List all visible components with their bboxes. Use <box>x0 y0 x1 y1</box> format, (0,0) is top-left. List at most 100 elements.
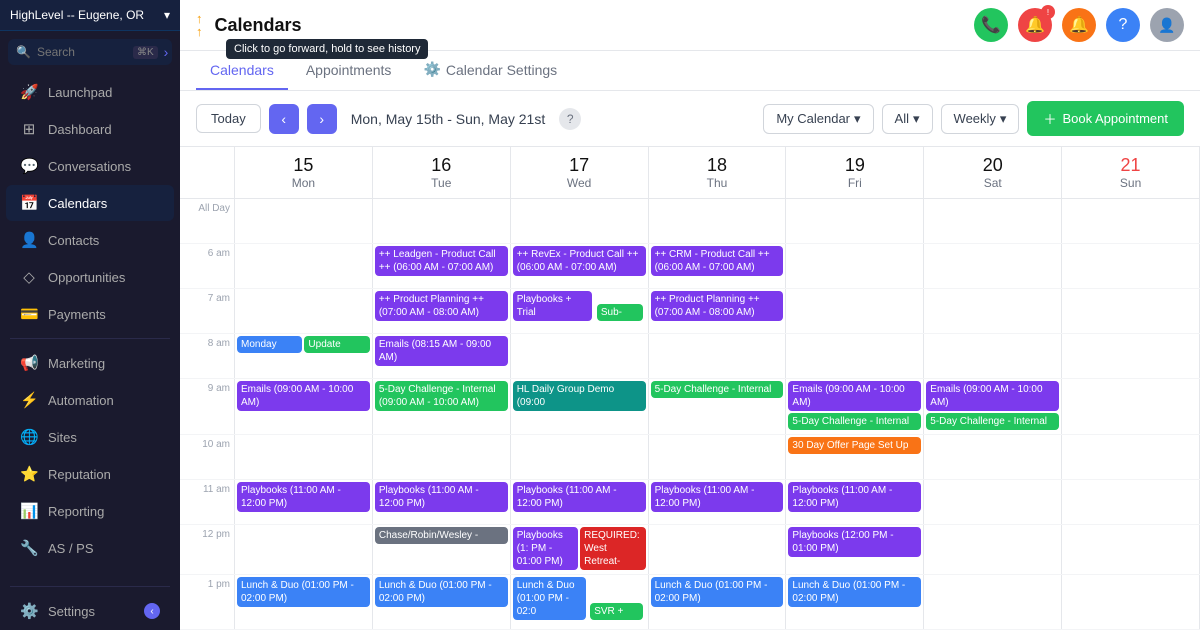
sidebar-item-settings[interactable]: ⚙️ Settings ‹ <box>6 593 174 629</box>
event-product-planning-thu[interactable]: ++ Product Planning ++ (07:00 AM - 08:00… <box>651 291 784 321</box>
event-chase-robin[interactable]: Chase/Robin/Wesley - <box>375 527 508 544</box>
sidebar-item-sites[interactable]: 🌐 Sites <box>6 419 174 455</box>
event-playbooks-wed[interactable]: Playbooks (11:00 AM - 12:00 PM) <box>513 482 646 512</box>
cell-mon-6am[interactable] <box>235 244 373 288</box>
cell-sun-12pm[interactable] <box>1062 525 1200 574</box>
cell-thu-8am[interactable] <box>649 334 787 378</box>
cell-wed-6am[interactable]: ++ RevEx - Product Call ++ (06:00 AM - 0… <box>511 244 649 288</box>
cell-mon-1pm[interactable]: Lunch & Duo (01:00 PM - 02:00 PM) <box>235 575 373 629</box>
event-lunch-tue[interactable]: Lunch & Duo (01:00 PM - 02:00 PM) <box>375 577 508 607</box>
event-lunch-wed[interactable]: Lunch & Duo (01:00 PM - 02:0 <box>513 577 586 620</box>
phone-icon-btn[interactable]: 📞 <box>974 8 1008 42</box>
event-product-planning-tue[interactable]: ++ Product Planning ++ (07:00 AM - 08:00… <box>375 291 508 321</box>
event-revex[interactable]: ++ RevEx - Product Call ++ (06:00 AM - 0… <box>513 246 646 276</box>
event-lunch-mon[interactable]: Lunch & Duo (01:00 PM - 02:00 PM) <box>237 577 370 607</box>
alert-icon-btn[interactable]: 🔔 <box>1062 8 1096 42</box>
cell-fri-10am[interactable]: 30 Day Offer Page Set Up <box>786 435 924 479</box>
cell-sat-10am[interactable] <box>924 435 1062 479</box>
cell-tue-11am[interactable]: Playbooks (11:00 AM - 12:00 PM) <box>373 480 511 524</box>
all-dropdown[interactable]: All ▾ <box>882 104 933 134</box>
cell-thu-9am[interactable]: 5-Day Challenge - Internal <box>649 379 787 434</box>
cell-mon-12pm[interactable] <box>235 525 373 574</box>
cell-sat-1pm[interactable] <box>924 575 1062 629</box>
sidebar-item-opportunities[interactable]: ◇ Opportunities <box>6 259 174 295</box>
sidebar-item-reporting[interactable]: 📊 Reporting <box>6 493 174 529</box>
sidebar-item-conversations[interactable]: 💬 Conversations <box>6 148 174 184</box>
allday-tue[interactable] <box>373 199 511 243</box>
cell-fri-9am[interactable]: Emails (09:00 AM - 10:00 AM) 5-Day Chall… <box>786 379 924 434</box>
weekly-dropdown[interactable]: Weekly ▾ <box>941 104 1020 134</box>
my-calendar-dropdown[interactable]: My Calendar ▾ <box>763 104 873 134</box>
event-30day[interactable]: 30 Day Offer Page Set Up <box>788 437 921 454</box>
event-monday[interactable]: Monday <box>237 336 302 353</box>
next-button[interactable]: › <box>307 104 337 134</box>
cell-thu-11am[interactable]: Playbooks (11:00 AM - 12:00 PM) <box>649 480 787 524</box>
cell-fri-7am[interactable] <box>786 289 924 333</box>
event-emails-sat[interactable]: Emails (09:00 AM - 10:00 AM) <box>926 381 1059 411</box>
cell-wed-11am[interactable]: Playbooks (11:00 AM - 12:00 PM) <box>511 480 649 524</box>
cell-fri-8am[interactable] <box>786 334 924 378</box>
cell-thu-7am[interactable]: ++ Product Planning ++ (07:00 AM - 08:00… <box>649 289 787 333</box>
today-button[interactable]: Today <box>196 104 261 133</box>
cell-thu-1pm[interactable]: Lunch & Duo (01:00 PM - 02:00 PM) <box>649 575 787 629</box>
cell-wed-9am[interactable]: HL Daily Group Demo (09:00 <box>511 379 649 434</box>
cell-sat-6am[interactable] <box>924 244 1062 288</box>
cell-wed-7am[interactable]: Playbooks + Trial Sub- <box>511 289 649 333</box>
sidebar-item-payments[interactable]: 💳 Payments <box>6 296 174 332</box>
cell-sun-9am[interactable] <box>1062 379 1200 434</box>
event-required[interactable]: REQUIRED: West Retreat- <box>580 527 645 570</box>
event-update[interactable]: Update <box>304 336 369 353</box>
allday-wed[interactable] <box>511 199 649 243</box>
cell-sat-11am[interactable] <box>924 480 1062 524</box>
cell-tue-6am[interactable]: ++ Leadgen - Product Call ++ (06:00 AM -… <box>373 244 511 288</box>
cell-sun-6am[interactable] <box>1062 244 1200 288</box>
cell-fri-6am[interactable] <box>786 244 924 288</box>
cell-mon-8am[interactable]: Monday Update <box>235 334 373 378</box>
org-selector[interactable]: HighLevel -- Eugene, OR ▾ <box>0 0 180 31</box>
book-appointment-button[interactable]: ＋ Book Appointment <box>1027 101 1184 136</box>
event-lunch-thu[interactable]: Lunch & Duo (01:00 PM - 02:00 PM) <box>651 577 784 607</box>
cell-tue-8am[interactable]: Emails (08:15 AM - 09:00 AM) <box>373 334 511 378</box>
sidebar-item-automation[interactable]: ⚡ Automation <box>6 382 174 418</box>
allday-thu[interactable] <box>649 199 787 243</box>
cell-sun-10am[interactable] <box>1062 435 1200 479</box>
event-playbooks-trial[interactable]: Playbooks + Trial <box>513 291 593 321</box>
cell-sun-7am[interactable] <box>1062 289 1200 333</box>
help-icon-btn[interactable]: ? <box>1106 8 1140 42</box>
cell-sun-1pm[interactable] <box>1062 575 1200 629</box>
cell-mon-9am[interactable]: Emails (09:00 AM - 10:00 AM) <box>235 379 373 434</box>
event-leadgen[interactable]: ++ Leadgen - Product Call ++ (06:00 AM -… <box>375 246 508 276</box>
event-5day-tue[interactable]: 5-Day Challenge - Internal (09:00 AM - 1… <box>375 381 508 411</box>
sidebar-item-calendars[interactable]: 📅 Calendars <box>6 185 174 221</box>
event-playbooks-tue[interactable]: Playbooks (11:00 AM - 12:00 PM) <box>375 482 508 512</box>
search-input[interactable] <box>37 45 127 59</box>
cell-fri-11am[interactable]: Playbooks (11:00 AM - 12:00 PM) <box>786 480 924 524</box>
cell-sat-8am[interactable] <box>924 334 1062 378</box>
cell-wed-10am[interactable] <box>511 435 649 479</box>
notification-icon-btn[interactable]: 🔔 ! <box>1018 8 1052 42</box>
event-playbooks-fri[interactable]: Playbooks (11:00 AM - 12:00 PM) <box>788 482 921 512</box>
event-hl-daily[interactable]: HL Daily Group Demo (09:00 <box>513 381 646 411</box>
cell-mon-11am[interactable]: Playbooks (11:00 AM - 12:00 PM) <box>235 480 373 524</box>
cell-sun-8am[interactable] <box>1062 334 1200 378</box>
cell-thu-10am[interactable] <box>649 435 787 479</box>
event-crm[interactable]: ++ CRM - Product Call ++ (06:00 AM - 07:… <box>651 246 784 276</box>
cell-sat-9am[interactable]: Emails (09:00 AM - 10:00 AM) 5-Day Chall… <box>924 379 1062 434</box>
cell-sat-12pm[interactable] <box>924 525 1062 574</box>
avatar[interactable]: 👤 <box>1150 8 1184 42</box>
event-playbooks-mon[interactable]: Playbooks (11:00 AM - 12:00 PM) <box>237 482 370 512</box>
sidebar-item-asps[interactable]: 🔧 AS / PS <box>6 530 174 566</box>
cell-tue-10am[interactable] <box>373 435 511 479</box>
event-5day-thu[interactable]: 5-Day Challenge - Internal <box>651 381 784 398</box>
cell-sun-11am[interactable] <box>1062 480 1200 524</box>
sidebar-item-dashboard[interactable]: ⊞ Dashboard <box>6 111 174 147</box>
help-circle-icon[interactable]: ? <box>559 108 581 130</box>
event-5day-fri[interactable]: 5-Day Challenge - Internal <box>788 413 921 430</box>
event-emails-tue[interactable]: Emails (08:15 AM - 09:00 AM) <box>375 336 508 366</box>
sidebar-item-marketing[interactable]: 📢 Marketing <box>6 345 174 381</box>
event-emails-mon[interactable]: Emails (09:00 AM - 10:00 AM) <box>237 381 370 411</box>
allday-fri[interactable] <box>786 199 924 243</box>
cell-tue-12pm[interactable]: Chase/Robin/Wesley - <box>373 525 511 574</box>
prev-button[interactable]: ‹ <box>269 104 299 134</box>
sidebar-item-launchpad[interactable]: 🚀 Launchpad <box>6 74 174 110</box>
